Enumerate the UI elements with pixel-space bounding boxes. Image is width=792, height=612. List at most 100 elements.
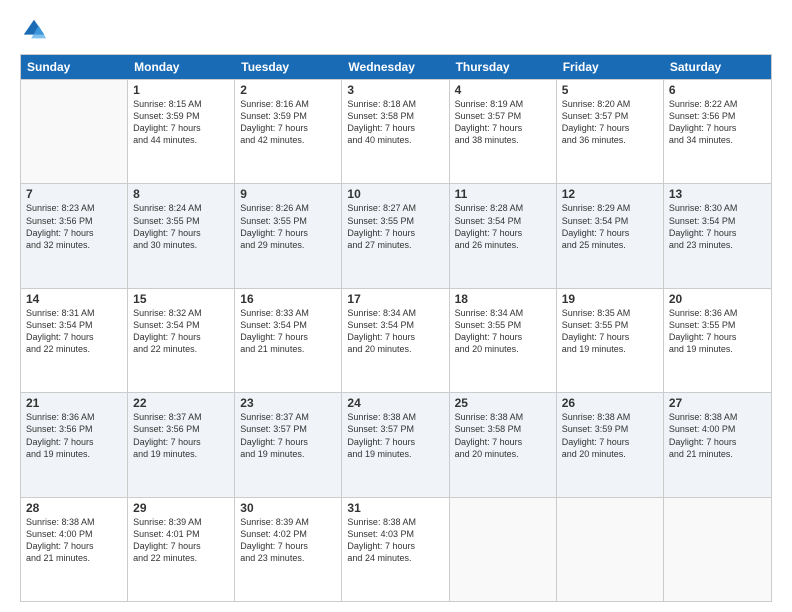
- cell-info: Sunrise: 8:35 AMSunset: 3:55 PMDaylight:…: [562, 307, 658, 356]
- calendar-cell-r2-c0: 14Sunrise: 8:31 AMSunset: 3:54 PMDayligh…: [21, 289, 128, 392]
- header: [20, 16, 772, 44]
- calendar-cell-r1-c5: 12Sunrise: 8:29 AMSunset: 3:54 PMDayligh…: [557, 184, 664, 287]
- day-number: 11: [455, 187, 551, 201]
- cell-info: Sunrise: 8:15 AMSunset: 3:59 PMDaylight:…: [133, 98, 229, 147]
- calendar-cell-r1-c6: 13Sunrise: 8:30 AMSunset: 3:54 PMDayligh…: [664, 184, 771, 287]
- calendar-cell-r0-c4: 4Sunrise: 8:19 AMSunset: 3:57 PMDaylight…: [450, 80, 557, 183]
- calendar-cell-r2-c5: 19Sunrise: 8:35 AMSunset: 3:55 PMDayligh…: [557, 289, 664, 392]
- cell-info: Sunrise: 8:37 AMSunset: 3:56 PMDaylight:…: [133, 411, 229, 460]
- day-number: 14: [26, 292, 122, 306]
- cell-info: Sunrise: 8:27 AMSunset: 3:55 PMDaylight:…: [347, 202, 443, 251]
- cell-info: Sunrise: 8:29 AMSunset: 3:54 PMDaylight:…: [562, 202, 658, 251]
- calendar-cell-r0-c2: 2Sunrise: 8:16 AMSunset: 3:59 PMDaylight…: [235, 80, 342, 183]
- cell-info: Sunrise: 8:38 AMSunset: 4:00 PMDaylight:…: [669, 411, 766, 460]
- header-day-tuesday: Tuesday: [235, 55, 342, 79]
- calendar-cell-r1-c4: 11Sunrise: 8:28 AMSunset: 3:54 PMDayligh…: [450, 184, 557, 287]
- cell-info: Sunrise: 8:31 AMSunset: 3:54 PMDaylight:…: [26, 307, 122, 356]
- calendar-cell-r4-c0: 28Sunrise: 8:38 AMSunset: 4:00 PMDayligh…: [21, 498, 128, 601]
- day-number: 1: [133, 83, 229, 97]
- cell-info: Sunrise: 8:30 AMSunset: 3:54 PMDaylight:…: [669, 202, 766, 251]
- calendar-cell-r3-c0: 21Sunrise: 8:36 AMSunset: 3:56 PMDayligh…: [21, 393, 128, 496]
- day-number: 5: [562, 83, 658, 97]
- cell-info: Sunrise: 8:38 AMSunset: 4:00 PMDaylight:…: [26, 516, 122, 565]
- calendar: SundayMondayTuesdayWednesdayThursdayFrid…: [20, 54, 772, 602]
- cell-info: Sunrise: 8:38 AMSunset: 4:03 PMDaylight:…: [347, 516, 443, 565]
- cell-info: Sunrise: 8:19 AMSunset: 3:57 PMDaylight:…: [455, 98, 551, 147]
- day-number: 19: [562, 292, 658, 306]
- header-day-friday: Friday: [557, 55, 664, 79]
- header-day-wednesday: Wednesday: [342, 55, 449, 79]
- calendar-cell-r4-c6: [664, 498, 771, 601]
- calendar-cell-r4-c2: 30Sunrise: 8:39 AMSunset: 4:02 PMDayligh…: [235, 498, 342, 601]
- day-number: 16: [240, 292, 336, 306]
- header-day-monday: Monday: [128, 55, 235, 79]
- day-number: 21: [26, 396, 122, 410]
- day-number: 31: [347, 501, 443, 515]
- logo-icon: [20, 16, 48, 44]
- day-number: 28: [26, 501, 122, 515]
- day-number: 12: [562, 187, 658, 201]
- cell-info: Sunrise: 8:23 AMSunset: 3:56 PMDaylight:…: [26, 202, 122, 251]
- cell-info: Sunrise: 8:32 AMSunset: 3:54 PMDaylight:…: [133, 307, 229, 356]
- calendar-cell-r4-c5: [557, 498, 664, 601]
- calendar-cell-r4-c1: 29Sunrise: 8:39 AMSunset: 4:01 PMDayligh…: [128, 498, 235, 601]
- calendar-row-1: 7Sunrise: 8:23 AMSunset: 3:56 PMDaylight…: [21, 183, 771, 287]
- calendar-header: SundayMondayTuesdayWednesdayThursdayFrid…: [21, 55, 771, 79]
- calendar-cell-r2-c4: 18Sunrise: 8:34 AMSunset: 3:55 PMDayligh…: [450, 289, 557, 392]
- calendar-cell-r0-c5: 5Sunrise: 8:20 AMSunset: 3:57 PMDaylight…: [557, 80, 664, 183]
- calendar-cell-r2-c2: 16Sunrise: 8:33 AMSunset: 3:54 PMDayligh…: [235, 289, 342, 392]
- day-number: 30: [240, 501, 336, 515]
- cell-info: Sunrise: 8:24 AMSunset: 3:55 PMDaylight:…: [133, 202, 229, 251]
- calendar-cell-r2-c6: 20Sunrise: 8:36 AMSunset: 3:55 PMDayligh…: [664, 289, 771, 392]
- day-number: 24: [347, 396, 443, 410]
- day-number: 8: [133, 187, 229, 201]
- day-number: 15: [133, 292, 229, 306]
- day-number: 18: [455, 292, 551, 306]
- cell-info: Sunrise: 8:22 AMSunset: 3:56 PMDaylight:…: [669, 98, 766, 147]
- calendar-body: 1Sunrise: 8:15 AMSunset: 3:59 PMDaylight…: [21, 79, 771, 601]
- day-number: 25: [455, 396, 551, 410]
- day-number: 3: [347, 83, 443, 97]
- calendar-cell-r3-c6: 27Sunrise: 8:38 AMSunset: 4:00 PMDayligh…: [664, 393, 771, 496]
- calendar-row-0: 1Sunrise: 8:15 AMSunset: 3:59 PMDaylight…: [21, 79, 771, 183]
- cell-info: Sunrise: 8:16 AMSunset: 3:59 PMDaylight:…: [240, 98, 336, 147]
- calendar-cell-r2-c1: 15Sunrise: 8:32 AMSunset: 3:54 PMDayligh…: [128, 289, 235, 392]
- day-number: 26: [562, 396, 658, 410]
- cell-info: Sunrise: 8:38 AMSunset: 3:58 PMDaylight:…: [455, 411, 551, 460]
- cell-info: Sunrise: 8:34 AMSunset: 3:54 PMDaylight:…: [347, 307, 443, 356]
- header-day-thursday: Thursday: [450, 55, 557, 79]
- cell-info: Sunrise: 8:34 AMSunset: 3:55 PMDaylight:…: [455, 307, 551, 356]
- cell-info: Sunrise: 8:26 AMSunset: 3:55 PMDaylight:…: [240, 202, 336, 251]
- logo: [20, 16, 50, 44]
- day-number: 13: [669, 187, 766, 201]
- calendar-row-4: 28Sunrise: 8:38 AMSunset: 4:00 PMDayligh…: [21, 497, 771, 601]
- header-day-sunday: Sunday: [21, 55, 128, 79]
- cell-info: Sunrise: 8:39 AMSunset: 4:02 PMDaylight:…: [240, 516, 336, 565]
- cell-info: Sunrise: 8:36 AMSunset: 3:55 PMDaylight:…: [669, 307, 766, 356]
- calendar-cell-r0-c0: [21, 80, 128, 183]
- day-number: 29: [133, 501, 229, 515]
- day-number: 2: [240, 83, 336, 97]
- calendar-cell-r3-c1: 22Sunrise: 8:37 AMSunset: 3:56 PMDayligh…: [128, 393, 235, 496]
- day-number: 4: [455, 83, 551, 97]
- day-number: 20: [669, 292, 766, 306]
- cell-info: Sunrise: 8:20 AMSunset: 3:57 PMDaylight:…: [562, 98, 658, 147]
- day-number: 23: [240, 396, 336, 410]
- calendar-cell-r0-c6: 6Sunrise: 8:22 AMSunset: 3:56 PMDaylight…: [664, 80, 771, 183]
- cell-info: Sunrise: 8:33 AMSunset: 3:54 PMDaylight:…: [240, 307, 336, 356]
- day-number: 17: [347, 292, 443, 306]
- day-number: 6: [669, 83, 766, 97]
- cell-info: Sunrise: 8:38 AMSunset: 3:57 PMDaylight:…: [347, 411, 443, 460]
- day-number: 7: [26, 187, 122, 201]
- day-number: 9: [240, 187, 336, 201]
- day-number: 27: [669, 396, 766, 410]
- calendar-cell-r3-c2: 23Sunrise: 8:37 AMSunset: 3:57 PMDayligh…: [235, 393, 342, 496]
- calendar-cell-r1-c2: 9Sunrise: 8:26 AMSunset: 3:55 PMDaylight…: [235, 184, 342, 287]
- cell-info: Sunrise: 8:36 AMSunset: 3:56 PMDaylight:…: [26, 411, 122, 460]
- cell-info: Sunrise: 8:28 AMSunset: 3:54 PMDaylight:…: [455, 202, 551, 251]
- calendar-cell-r3-c5: 26Sunrise: 8:38 AMSunset: 3:59 PMDayligh…: [557, 393, 664, 496]
- page: SundayMondayTuesdayWednesdayThursdayFrid…: [0, 0, 792, 612]
- cell-info: Sunrise: 8:38 AMSunset: 3:59 PMDaylight:…: [562, 411, 658, 460]
- day-number: 10: [347, 187, 443, 201]
- cell-info: Sunrise: 8:37 AMSunset: 3:57 PMDaylight:…: [240, 411, 336, 460]
